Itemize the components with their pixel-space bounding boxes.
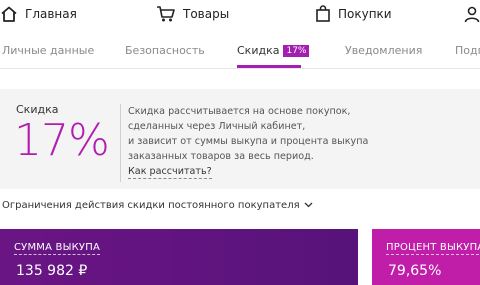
purchase-sum-title[interactable]: СУММА ВЫКУПА [14,241,100,255]
discount-separator [120,104,121,182]
purchase-percent-card: ПРОЦЕНТ ВЫКУПА 79,65% [372,229,480,285]
purchase-percent-value: 79,65% [388,263,442,279]
chevron-down-icon [304,200,313,211]
nav-purchases-label: Покупки [338,7,392,21]
purchase-sum-value: 135 982 ₽ [16,263,88,279]
home-icon [0,5,18,23]
tab-personal-data[interactable]: Личные данные [2,44,94,57]
nav-products-label: Товары [183,7,230,21]
tab-notifications[interactable]: Уведомления [345,44,422,57]
bag-icon [315,5,331,23]
nav-profile[interactable] [464,4,480,24]
discount-desc-line: и зависит от суммы выкупа и процента вык… [128,136,369,147]
nav-products[interactable]: Товары [156,4,229,24]
tab-security[interactable]: Безопасность [125,44,205,57]
purchase-sum-card: СУММА ВЫКУПА 135 982 ₽ [0,229,358,285]
tab-discount[interactable]: Скидка 17% [237,44,310,57]
how-to-calculate-link[interactable]: Как рассчитать? [128,166,212,179]
tab-subscriptions-label: Подп [455,44,480,57]
discount-description: Скидка рассчитывается на основе покупок,… [128,104,468,164]
tab-subscriptions[interactable]: Подп [455,44,480,57]
tab-discount-label: Скидка [237,44,280,57]
nav-home[interactable]: Главная [0,4,77,24]
purchase-percent-title[interactable]: ПРОЦЕНТ ВЫКУПА [386,241,480,255]
discount-limits-toggle[interactable]: Ограничения действия скидки постоянного … [2,200,313,211]
tabs-divider [0,68,480,69]
person-icon [464,5,480,23]
discount-desc-line: Скидка рассчитывается на основе покупок, [128,106,351,117]
discount-value: 17% [14,115,110,166]
tab-notifications-label: Уведомления [345,44,423,57]
profile-tabs: Личные данные Безопасность Скидка 17% Уве… [0,38,480,68]
tab-personal-data-label: Личные данные [2,44,95,57]
discount-badge: 17% [283,45,310,57]
discount-desc-line: сделанных через Личный кабинет, [128,121,306,132]
top-navigation: Главная Товары Покупки [0,0,480,28]
nav-home-label: Главная [25,7,77,21]
discount-desc-line: заказанных товаров за весь период. [128,151,314,162]
nav-purchases[interactable]: Покупки [315,4,392,24]
tab-security-label: Безопасность [125,44,205,57]
cart-icon [156,5,176,23]
discount-limits-label: Ограничения действия скидки постоянного … [2,200,300,211]
discount-card: Скидка 17% Скидка рассчитывается на осно… [0,89,480,189]
